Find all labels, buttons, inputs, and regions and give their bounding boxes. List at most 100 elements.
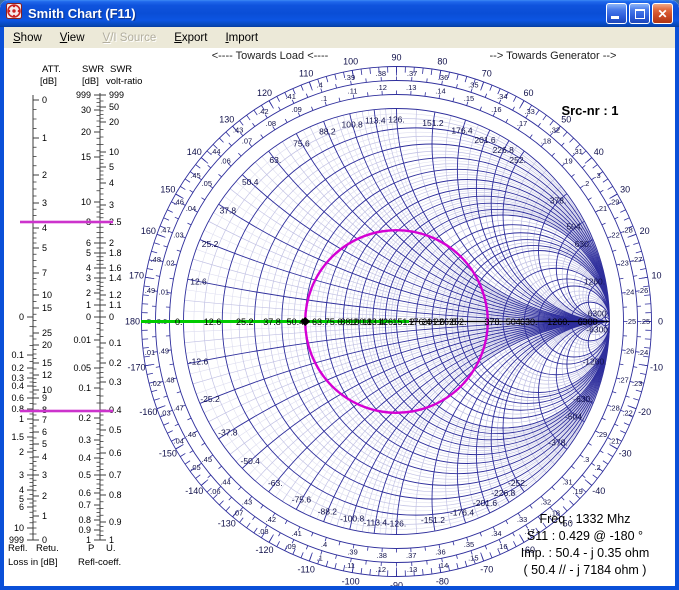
svg-text:P: P: [88, 543, 94, 554]
svg-text:0.7: 0.7: [78, 500, 91, 510]
svg-text:.01: .01: [145, 348, 155, 357]
svg-text:20: 20: [81, 127, 91, 137]
svg-text:252.: 252.: [449, 317, 467, 327]
svg-text:[dB]: [dB]: [40, 76, 57, 87]
svg-text:-201.6: -201.6: [473, 498, 497, 508]
svg-text:.32: .32: [541, 498, 551, 507]
svg-text:-176.4: -176.4: [450, 508, 474, 518]
svg-text:.43: .43: [233, 126, 243, 135]
svg-text:50.4: 50.4: [242, 177, 259, 187]
svg-text:.49: .49: [145, 286, 155, 295]
svg-text:7: 7: [42, 415, 47, 425]
svg-text:1: 1: [42, 133, 47, 143]
svg-text:.23: .23: [632, 379, 642, 388]
svg-text:-151.2: -151.2: [421, 515, 445, 525]
svg-text:.28: .28: [609, 403, 619, 412]
menu-view[interactable]: View: [51, 29, 94, 47]
svg-text:.08: .08: [258, 527, 268, 536]
svg-text:.3: .3: [594, 171, 600, 180]
minimize-button[interactable]: [606, 3, 627, 24]
svg-text:.12: .12: [377, 83, 387, 92]
svg-text:0.8: 0.8: [78, 515, 91, 525]
svg-text:.06: .06: [220, 156, 230, 165]
svg-text:5: 5: [86, 248, 91, 258]
svg-text:100.8: 100.8: [342, 119, 364, 129]
svg-text:-6300.: -6300.: [586, 325, 610, 335]
svg-text:-1260.: -1260.: [582, 357, 606, 367]
menu-export[interactable]: Export: [165, 29, 216, 47]
svg-text:-252.: -252.: [508, 478, 527, 488]
svg-text:-30: -30: [619, 449, 632, 459]
svg-text:60: 60: [523, 88, 533, 98]
svg-text:.27: .27: [632, 255, 642, 264]
towards-generator-label: --> Towards Generator -->: [489, 50, 617, 62]
svg-text:0.1: 0.1: [109, 338, 122, 348]
menu-show[interactable]: Show: [4, 29, 51, 47]
svg-text:2: 2: [42, 170, 47, 180]
svg-text:70: 70: [482, 68, 492, 78]
svg-text:0.: 0.: [175, 317, 183, 327]
svg-text:Refl-coeff.: Refl-coeff.: [78, 557, 121, 568]
svg-text:37.8: 37.8: [220, 205, 237, 215]
impedance-series-readout: Imp. : 50.4 - j 0.35 ohm: [520, 546, 650, 560]
svg-text:volt-ratio: volt-ratio: [106, 76, 142, 87]
window-title: Smith Chart (F11): [28, 6, 136, 21]
title-bar[interactable]: Smith Chart (F11) ✕: [0, 0, 679, 27]
svg-text:12.6: 12.6: [204, 317, 222, 327]
svg-text:0: 0: [42, 95, 47, 105]
svg-text:630.: 630.: [575, 239, 592, 249]
svg-text:0.7: 0.7: [109, 470, 122, 480]
svg-text:-80: -80: [436, 576, 449, 586]
svg-text:.41: .41: [291, 529, 301, 538]
close-icon: ✕: [657, 7, 668, 21]
maximize-button[interactable]: [629, 3, 650, 24]
svg-text:.42: .42: [258, 107, 268, 116]
svg-text:-120: -120: [255, 545, 273, 555]
svg-text:-88.2: -88.2: [318, 506, 338, 516]
svg-text:1260.: 1260.: [584, 277, 605, 287]
svg-text:.24: .24: [638, 348, 648, 357]
svg-text:.3: .3: [583, 455, 589, 464]
svg-text:.05: .05: [202, 179, 212, 188]
svg-text:.43: .43: [242, 498, 252, 507]
svg-text:1.5: 1.5: [11, 432, 24, 442]
svg-text:-40: -40: [592, 486, 605, 496]
close-button[interactable]: ✕: [652, 3, 673, 24]
menu-vi-source[interactable]: V/I Source: [94, 29, 166, 47]
svg-text:.35: .35: [464, 540, 474, 549]
svg-text:1: 1: [86, 300, 91, 310]
svg-text:90: 90: [391, 53, 401, 63]
svg-text:126.: 126.: [388, 115, 405, 125]
svg-text:252.: 252.: [509, 155, 526, 165]
svg-text:1260.: 1260.: [547, 317, 570, 327]
svg-text:.02: .02: [151, 379, 161, 388]
svg-text:-113.4: -113.4: [364, 517, 388, 527]
svg-text:.25: .25: [626, 317, 636, 326]
svg-text:1.8: 1.8: [109, 248, 122, 258]
svg-text:.37: .37: [406, 551, 416, 560]
svg-text:.15: .15: [464, 94, 474, 103]
svg-text:.19: .19: [572, 487, 582, 496]
svg-text:12.6: 12.6: [190, 277, 207, 287]
window-border-right: [675, 27, 679, 590]
svg-text:15: 15: [81, 152, 91, 162]
svg-text:504.: 504.: [566, 221, 583, 231]
svg-text:1.2: 1.2: [109, 290, 122, 300]
svg-text:.36: .36: [435, 547, 445, 556]
svg-text:.07: .07: [242, 136, 252, 145]
menu-import[interactable]: Import: [216, 29, 267, 47]
svg-text:1: 1: [19, 414, 24, 424]
svg-text:37.8: 37.8: [263, 317, 281, 327]
svg-text:6300.: 6300.: [588, 308, 609, 318]
svg-text:.18: .18: [541, 136, 551, 145]
svg-text:.48: .48: [151, 255, 161, 264]
svg-text:.21: .21: [597, 204, 607, 213]
svg-text:.48: .48: [164, 375, 174, 384]
svg-text:40: 40: [594, 147, 604, 157]
svg-text:0.3: 0.3: [109, 377, 122, 387]
svg-text:120: 120: [257, 88, 272, 98]
svg-text:25: 25: [42, 328, 52, 338]
svg-text:SWR: SWR: [82, 64, 104, 75]
svg-text:-150: -150: [159, 449, 177, 459]
svg-text:0.4: 0.4: [78, 453, 91, 463]
